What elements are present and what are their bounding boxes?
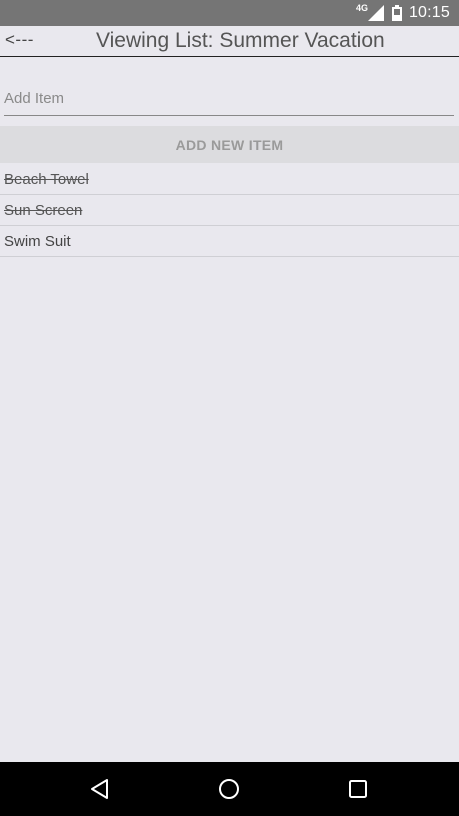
list-item[interactable]: Swim Suit — [0, 226, 459, 257]
list-item[interactable]: Beach Towel — [0, 164, 459, 195]
status-bar: 4G 10:15 — [0, 0, 459, 26]
toolbar: <--- Viewing List: Summer Vacation — [0, 26, 459, 57]
nav-recents-icon[interactable] — [346, 777, 370, 801]
clock: 10:15 — [408, 4, 450, 21]
add-item-input[interactable] — [4, 76, 454, 116]
back-button[interactable]: <--- — [5, 30, 34, 50]
item-list: Beach Towel Sun Screen Swim Suit — [0, 164, 459, 257]
list-item[interactable]: Sun Screen — [0, 195, 459, 226]
network-type: 4G — [355, 3, 368, 13]
navigation-bar — [0, 762, 459, 816]
nav-home-icon[interactable] — [217, 777, 241, 801]
cell-signal-icon — [367, 5, 384, 21]
nav-back-icon[interactable] — [88, 777, 112, 801]
page-title: Viewing List: Summer Vacation — [96, 29, 385, 52]
battery-icon — [391, 5, 402, 21]
add-new-item-button[interactable]: ADD NEW ITEM — [0, 126, 459, 163]
